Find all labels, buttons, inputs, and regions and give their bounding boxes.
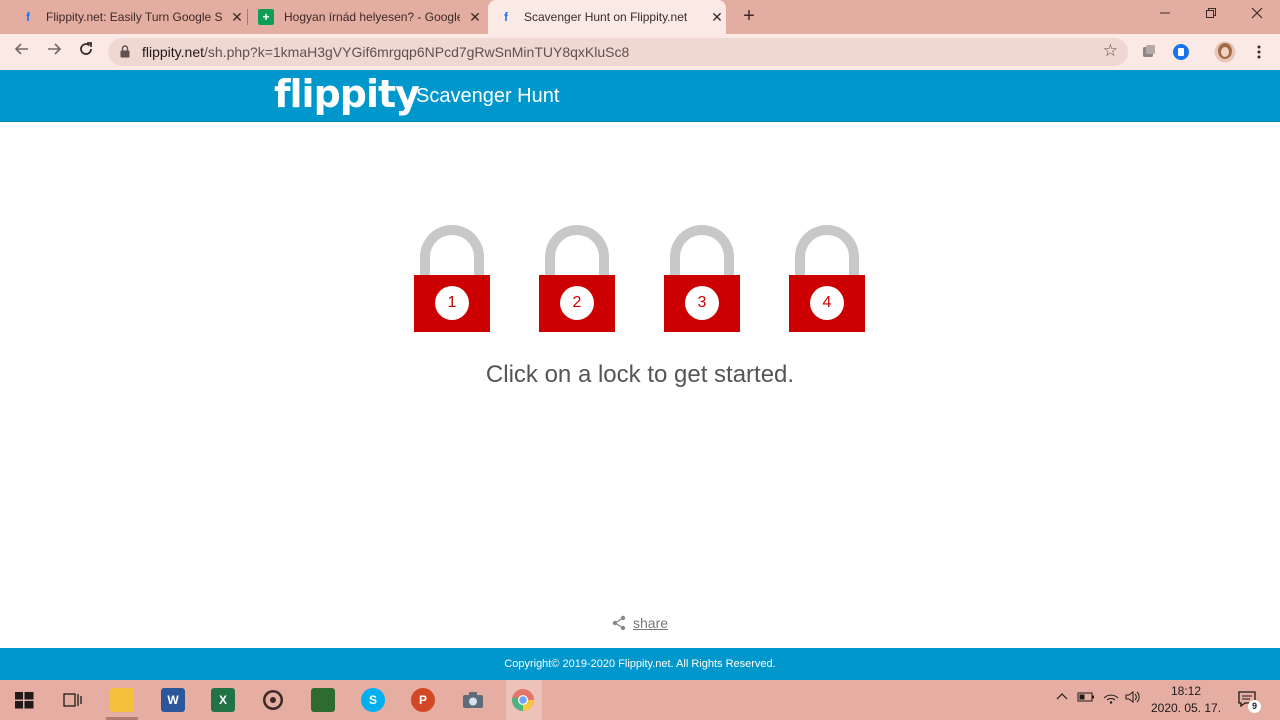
lock-body: 2 xyxy=(539,275,615,332)
extension-blue-icon[interactable] xyxy=(1172,43,1190,61)
minimize-button[interactable] xyxy=(1142,0,1188,30)
action-center-button[interactable]: 9 xyxy=(1237,689,1261,713)
instruction-text: Click on a lock to get started. xyxy=(485,361,795,388)
clock-time: 18:12 xyxy=(1170,684,1202,698)
url-text: flippity.net/sh.php?k=1kmaH3gVYGif6mrgqp… xyxy=(142,44,629,60)
facebook-f-icon: f xyxy=(504,10,508,24)
share-icon xyxy=(612,615,626,631)
chevron-up-icon[interactable] xyxy=(1055,690,1069,707)
lock-2[interactable]: 2 xyxy=(539,225,615,333)
lock-number: 4 xyxy=(810,286,844,320)
close-window-button[interactable] xyxy=(1234,0,1280,30)
arrow-right-icon xyxy=(48,43,62,55)
windows-logo-icon xyxy=(15,692,34,709)
lock-body: 3 xyxy=(664,275,740,332)
clock-date: 2020. 05. 17. xyxy=(1150,701,1222,715)
extension-puzzle-icon[interactable] xyxy=(1140,43,1158,61)
media-player-icon[interactable] xyxy=(261,688,285,712)
close-icon[interactable]: ✕ xyxy=(228,9,246,26)
padlock-icon xyxy=(120,45,130,58)
active-app-highlight xyxy=(506,680,542,720)
flippity-logo[interactable]: flippity xyxy=(274,72,420,116)
tab-title: Scavenger Hunt on Flippity.net xyxy=(524,10,688,24)
tab-separator xyxy=(247,9,248,25)
google-sheets-icon: + xyxy=(258,9,274,25)
lock-4[interactable]: 4 xyxy=(789,225,865,333)
volume-icon[interactable] xyxy=(1124,690,1142,707)
lock-body: 4 xyxy=(789,275,865,332)
powerpoint-icon[interactable]: P xyxy=(411,688,435,712)
profile-avatar[interactable] xyxy=(1214,41,1236,63)
lock-number: 3 xyxy=(685,286,719,320)
browser-tab-strip: f Flippity.net: Easily Turn Google Sp ✕ … xyxy=(0,0,1280,34)
restore-button[interactable] xyxy=(1188,0,1234,30)
site-footer: Copyright© 2019-2020 Flippity.net. All R… xyxy=(0,648,1280,680)
reload-button[interactable] xyxy=(74,40,98,64)
close-icon[interactable]: ✕ xyxy=(708,9,726,26)
notification-count-badge: 9 xyxy=(1248,700,1261,713)
lock-1[interactable]: 1 xyxy=(414,225,490,333)
system-clock[interactable]: 18:12 2020. 05. 17. xyxy=(1148,683,1224,717)
skype-icon[interactable]: S xyxy=(361,688,385,712)
minimize-icon xyxy=(1160,12,1170,14)
windows-taskbar: W X S P 18:12 2020. 05. 17. 9 xyxy=(0,680,1280,720)
lock-number: 1 xyxy=(435,286,469,320)
browser-toolbar: flippity.net/sh.php?k=1kmaH3gVYGif6mrgqp… xyxy=(0,34,1280,70)
tab-title: Flippity.net: Easily Turn Google Sp xyxy=(46,10,222,24)
wifi-icon[interactable] xyxy=(1102,690,1120,707)
share-link[interactable]: share xyxy=(611,615,668,631)
url-host: flippity.net xyxy=(142,44,204,60)
url-path: /sh.php?k=1kmaH3gVYGif6mrgqp6NPcd7gRwSnM… xyxy=(204,44,630,60)
screen: f Flippity.net: Easily Turn Google Sp ✕ … xyxy=(0,0,1280,720)
new-tab-button[interactable]: + xyxy=(738,5,760,27)
tab-scavenger-hunt[interactable]: f Scavenger Hunt on Flippity.net ✕ xyxy=(488,0,726,34)
close-icon xyxy=(1251,7,1263,19)
excel-icon[interactable]: X xyxy=(211,688,235,712)
lock-number: 2 xyxy=(560,286,594,320)
tab-title: Hogyan írnád helyesen? - Google xyxy=(284,10,460,24)
windows-start-button[interactable] xyxy=(12,688,36,712)
lock-body: 1 xyxy=(414,275,490,332)
site-header: flippity Scavenger Hunt xyxy=(0,70,1280,122)
word-icon[interactable]: W xyxy=(161,688,185,712)
camera-icon[interactable] xyxy=(461,688,485,712)
tab-flippity-home[interactable]: f Flippity.net: Easily Turn Google Sp ✕ xyxy=(14,0,246,34)
forward-button[interactable] xyxy=(42,40,66,64)
reload-icon xyxy=(80,42,92,55)
share-label[interactable]: share xyxy=(633,615,668,631)
address-bar[interactable]: flippity.net/sh.php?k=1kmaH3gVYGif6mrgqp… xyxy=(108,38,1128,66)
bookmark-star-icon[interactable]: ☆ xyxy=(1103,41,1118,61)
arrow-left-icon xyxy=(14,43,28,55)
restore-icon xyxy=(1206,8,1216,18)
page-title: Scavenger Hunt xyxy=(416,85,560,107)
close-icon[interactable]: ✕ xyxy=(466,9,484,26)
task-view-button[interactable] xyxy=(60,688,84,712)
more-menu-icon[interactable] xyxy=(1250,43,1268,61)
facebook-f-icon: f xyxy=(26,10,30,24)
back-button[interactable] xyxy=(10,40,34,64)
file-explorer-icon[interactable] xyxy=(110,688,134,712)
tab-google-sheets[interactable]: + Hogyan írnád helyesen? - Google ✕ xyxy=(252,0,484,34)
battery-icon[interactable] xyxy=(1077,690,1095,707)
lock-3[interactable]: 3 xyxy=(664,225,740,333)
task-view-icon xyxy=(63,693,82,707)
chalkboard-app-icon[interactable] xyxy=(311,688,335,712)
